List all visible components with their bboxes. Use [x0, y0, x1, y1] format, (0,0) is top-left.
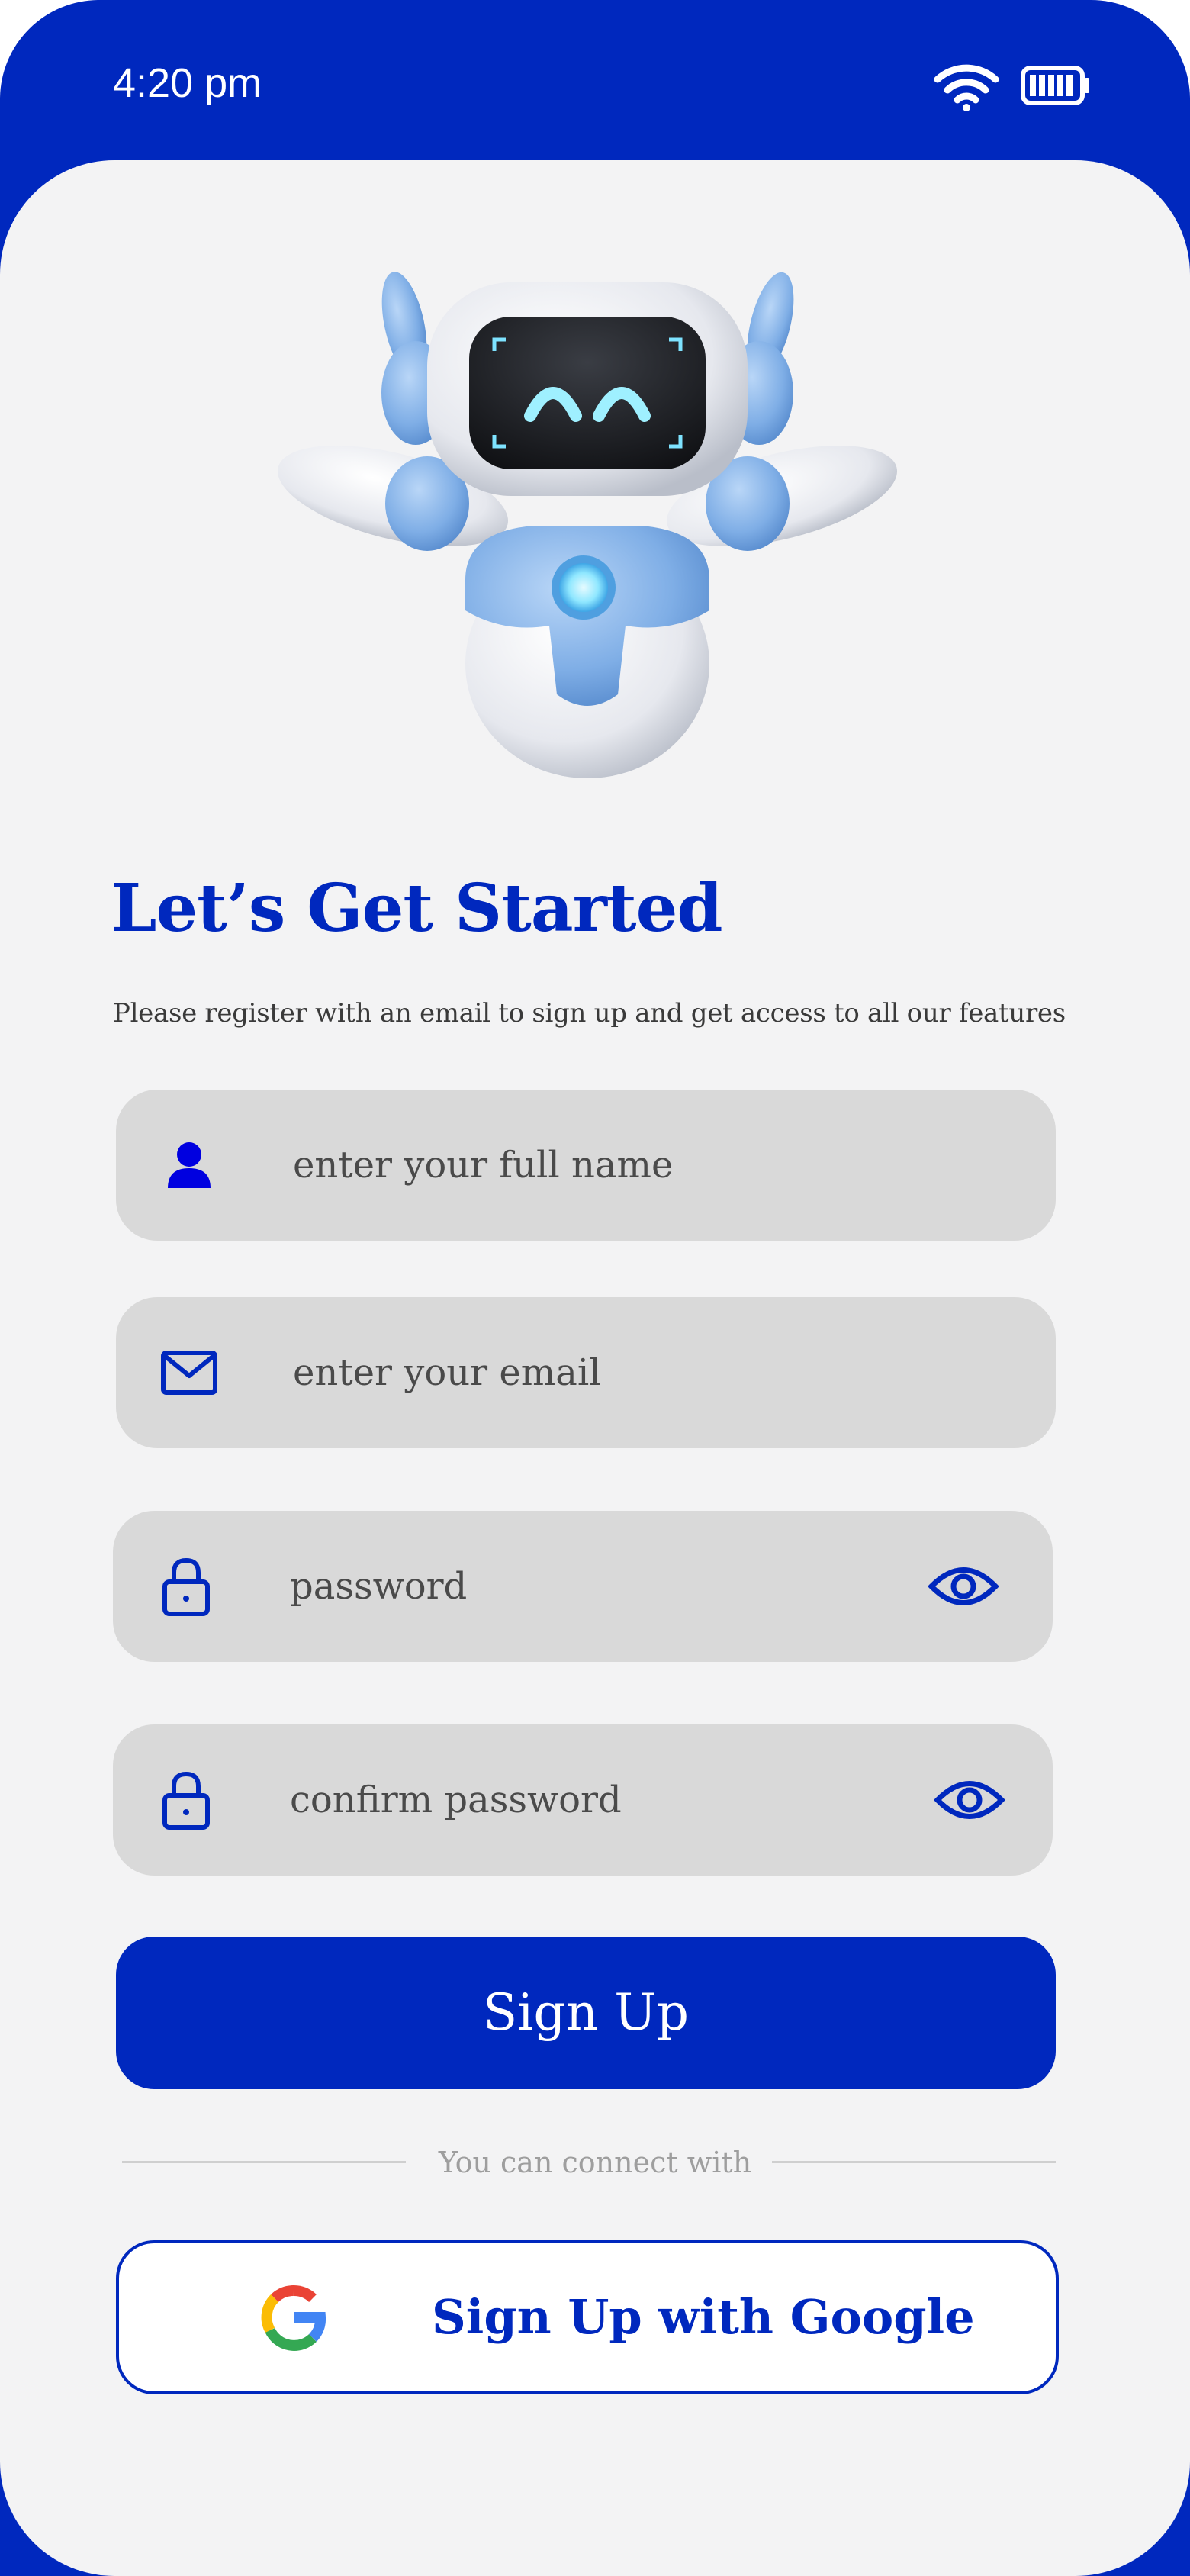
- confirm-password-field[interactable]: confirm password: [113, 1724, 1053, 1876]
- email-placeholder: enter your email: [293, 1351, 601, 1394]
- lock-icon: [162, 1771, 210, 1830]
- robot-mascot-image: [277, 272, 898, 778]
- lock-icon: [162, 1557, 210, 1616]
- status-time: 4:20 pm: [113, 60, 262, 106]
- password-placeholder: password: [290, 1565, 468, 1608]
- divider-line-right: [772, 2161, 1056, 2163]
- password-field[interactable]: password: [113, 1511, 1053, 1662]
- mail-icon: [161, 1351, 217, 1395]
- user-icon: [168, 1142, 211, 1188]
- confirm-password-placeholder: confirm password: [290, 1779, 622, 1821]
- eye-icon[interactable]: [933, 1772, 1006, 1828]
- google-sign-up-button[interactable]: Sign Up with Google: [116, 2240, 1059, 2394]
- wifi-icon: [934, 64, 999, 111]
- eye-icon[interactable]: [927, 1558, 1000, 1615]
- google-sign-up-label: Sign Up with Google: [432, 2289, 975, 2345]
- google-logo-icon: [261, 2285, 326, 2351]
- full-name-field[interactable]: enter your full name: [116, 1090, 1056, 1241]
- email-field[interactable]: enter your email: [116, 1297, 1056, 1448]
- sign-up-button[interactable]: Sign Up: [116, 1937, 1056, 2089]
- page-subtitle: Please register with an email to sign up…: [113, 998, 1066, 1029]
- phone-frame: 4:20 pm Let’s Get Started Please registe…: [0, 0, 1190, 2576]
- status-bar: 4:20 pm: [0, 0, 1190, 164]
- full-name-placeholder: enter your full name: [293, 1144, 674, 1187]
- divider-line-left: [122, 2161, 406, 2163]
- battery-icon: [1021, 66, 1089, 105]
- divider-text: You can connect with: [438, 2146, 752, 2179]
- page-title: Let’s Get Started: [111, 870, 722, 947]
